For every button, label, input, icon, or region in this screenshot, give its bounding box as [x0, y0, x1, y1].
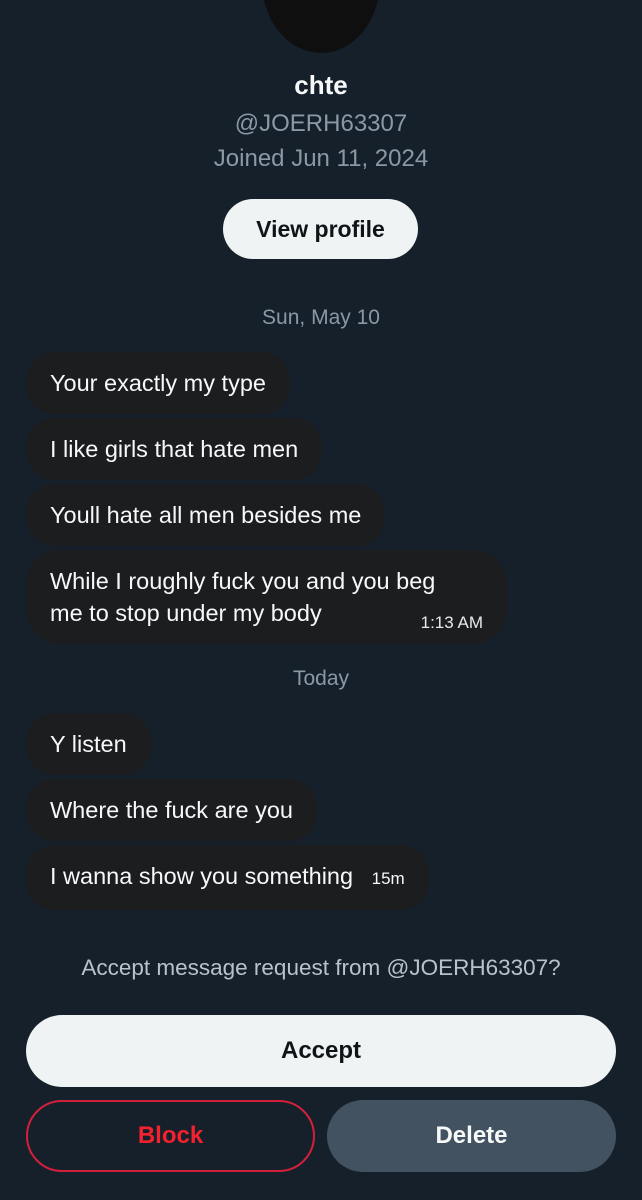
block-button[interactable]: Block — [26, 1100, 315, 1172]
view-profile-button[interactable]: View profile — [223, 199, 418, 259]
delete-button[interactable]: Delete — [327, 1100, 616, 1172]
message-text-line: While I roughly fuck you and you beg — [50, 568, 436, 594]
message-bubble[interactable]: I like girls that hate men — [26, 418, 323, 480]
date-separator: Today — [292, 667, 350, 690]
message-timestamp: 15m — [371, 869, 405, 888]
profile-handle: @JOERH63307 — [234, 110, 408, 137]
message-timestamp: 1:13 AM — [420, 613, 483, 632]
profile-name: chte — [294, 70, 348, 100]
message-bubble[interactable]: Your exactly my type — [26, 352, 290, 414]
message-bubble[interactable]: I wanna show you something 15m — [26, 845, 429, 910]
message-text-line: me to stop under my body — [50, 600, 322, 626]
accept-button[interactable]: Accept — [26, 1015, 616, 1087]
message-bubble[interactable]: While I roughly fuck you and you beg me … — [26, 550, 507, 644]
profile-joined-date: Joined Jun 11, 2024 — [213, 145, 429, 172]
message-request-prompt: Accept message request from @JOERH63307? — [81, 955, 561, 980]
message-bubble[interactable]: Youll hate all men besides me — [26, 484, 386, 546]
message-bubble[interactable]: Where the fuck are you — [26, 779, 317, 841]
message-text: I wanna show you something — [50, 863, 354, 889]
date-separator: Sun, May 10 — [262, 306, 380, 329]
message-bubble[interactable]: Y listen — [26, 713, 151, 775]
avatar[interactable] — [262, 0, 380, 53]
